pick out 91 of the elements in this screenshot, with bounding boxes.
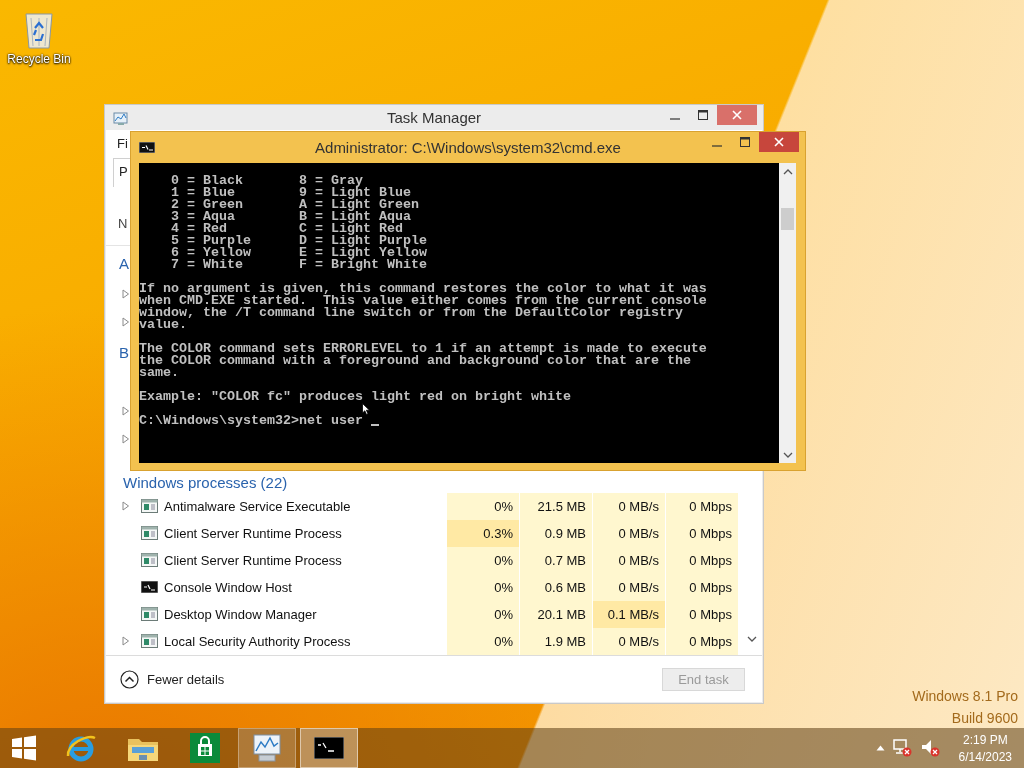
console-text: when CMD.EXE started. This value either comes from the current console [139,295,707,307]
console-text: 6 = Yellow E = Light Yellow [170,247,427,259]
app-window-icon [141,553,158,568]
caret-up-icon[interactable] [875,745,885,751]
process-name: Client Server Runtime Process [164,526,342,541]
close-icon [774,137,784,147]
process-name: Antimalware Service Executable [164,499,351,514]
chevron-down-icon [782,451,793,458]
section-heading: B [119,344,129,362]
table-cell: 0 Mbps [665,493,738,520]
table-cell: 0 Mbps [665,628,738,655]
table-cell: 0.3% [446,520,519,547]
expand-arrow-icon[interactable] [122,434,130,445]
speaker-muted-icon[interactable] [920,739,941,757]
table-cell: 0 MB/s [592,547,665,574]
console-text: same. [139,367,179,379]
console-text: Example: "COLOR fc" produces light red on bright white [139,391,571,403]
app-window-icon [141,607,158,622]
table-cell: 0% [446,628,519,655]
minimize-icon [712,145,722,147]
console-text: 4 = Red C = Light Red [170,223,403,235]
expand-arrow-icon[interactable] [122,501,130,512]
column-header[interactable]: N [118,216,128,231]
app-window-icon [141,499,158,514]
table-cell: 21.5 MB [519,493,592,520]
maximize-icon [698,110,708,120]
table-cell: 0 MB/s [592,574,665,601]
table-cell: 0 Mbps [665,574,738,601]
task-manager-icon [113,109,130,126]
process-name: Console Window Host [164,580,292,595]
expand-arrow-icon[interactable] [122,406,130,417]
close-icon [732,110,742,120]
maximize-icon [740,137,750,147]
console-text: 0 = Black 8 = Gray [170,175,363,187]
window-title: Task Manager [386,108,482,128]
table-cell: 0.7 MB [519,547,592,574]
table-cell: 0 MB/s [592,520,665,547]
console-icon [139,142,155,153]
scroll-thumb[interactable] [781,208,794,230]
taskbar-button[interactable] [300,728,358,768]
console-text: 2 = Green A = Light Green [170,199,419,211]
console-text: If no argument is given, this command restores the color to what it was [139,283,707,295]
console-icon [314,737,344,759]
fewer-details-button[interactable]: Fewer details [120,669,225,689]
windows-logo-icon [10,734,38,762]
minimize-icon [670,118,680,120]
watermark-text: Windows 8.1 Pro [912,688,1018,704]
icon-label: Recycle Bin [7,52,71,66]
console-text: 3 = Aqua B = Light Aqua [170,211,411,223]
table-cell: 20.1 MB [519,601,592,628]
process-name: Client Server Runtime Process [164,553,342,568]
watermark-text: Build 9600 [951,710,1018,726]
console-text: 5 = Purple D = Light Purple [170,235,427,247]
table-cell: 0% [446,547,519,574]
table-cell: 0 Mbps [665,520,738,547]
console-icon [141,581,158,594]
table-cell: 0.9 MB [519,520,592,547]
console-text: C:\Windows\system32>net user [139,415,364,427]
expand-arrow-icon[interactable] [122,316,130,327]
console-text: value. [139,319,187,331]
table-cell: 0.6 MB [519,574,592,601]
table-cell: 0% [446,574,519,601]
network-error-icon[interactable] [892,739,913,757]
chevron-up-icon [120,669,139,689]
process-name: Local Security Authority Process [164,634,351,649]
table-cell: 0 MB/s [592,628,665,655]
mouse-pointer-icon [362,403,370,415]
window-title: Administrator: C:\Windows\system32\cmd.exe [315,138,621,158]
section-heading: A [119,254,129,272]
expand-arrow-icon[interactable] [122,636,130,647]
expand-arrow-icon[interactable] [122,288,130,299]
console-text: 7 = White F = Bright White [170,259,427,271]
table-cell: 0 Mbps [665,547,738,574]
console-text: the COLOR command with a foreground and background color that are the [139,355,691,367]
section-heading: Windows processes (22) [123,474,288,491]
console-text: The COLOR command sets ERRORLEVEL to 1 if an attempt is made to execute [139,343,707,355]
table-cell: 0 Mbps [665,601,738,628]
menu-item[interactable]: Fi [117,135,128,151]
table-cell: 0% [446,493,519,520]
console-text: 1 = Blue 9 = Light Blue [170,187,411,199]
monitor-chart-icon [251,733,283,763]
chevron-up-icon [782,168,793,175]
chevron-down-icon [747,635,757,642]
app-window-icon [141,526,158,541]
process-name: Desktop Window Manager [164,607,317,622]
table-cell: 0.1 MB/s [592,601,665,628]
table-cell: 0% [446,601,519,628]
console-text: window, the /T command line switch or from the DefaultColor registry [139,307,683,319]
table-cell: 0 MB/s [592,493,665,520]
app-window-icon [141,634,158,649]
table-cell: 1.9 MB [519,628,592,655]
